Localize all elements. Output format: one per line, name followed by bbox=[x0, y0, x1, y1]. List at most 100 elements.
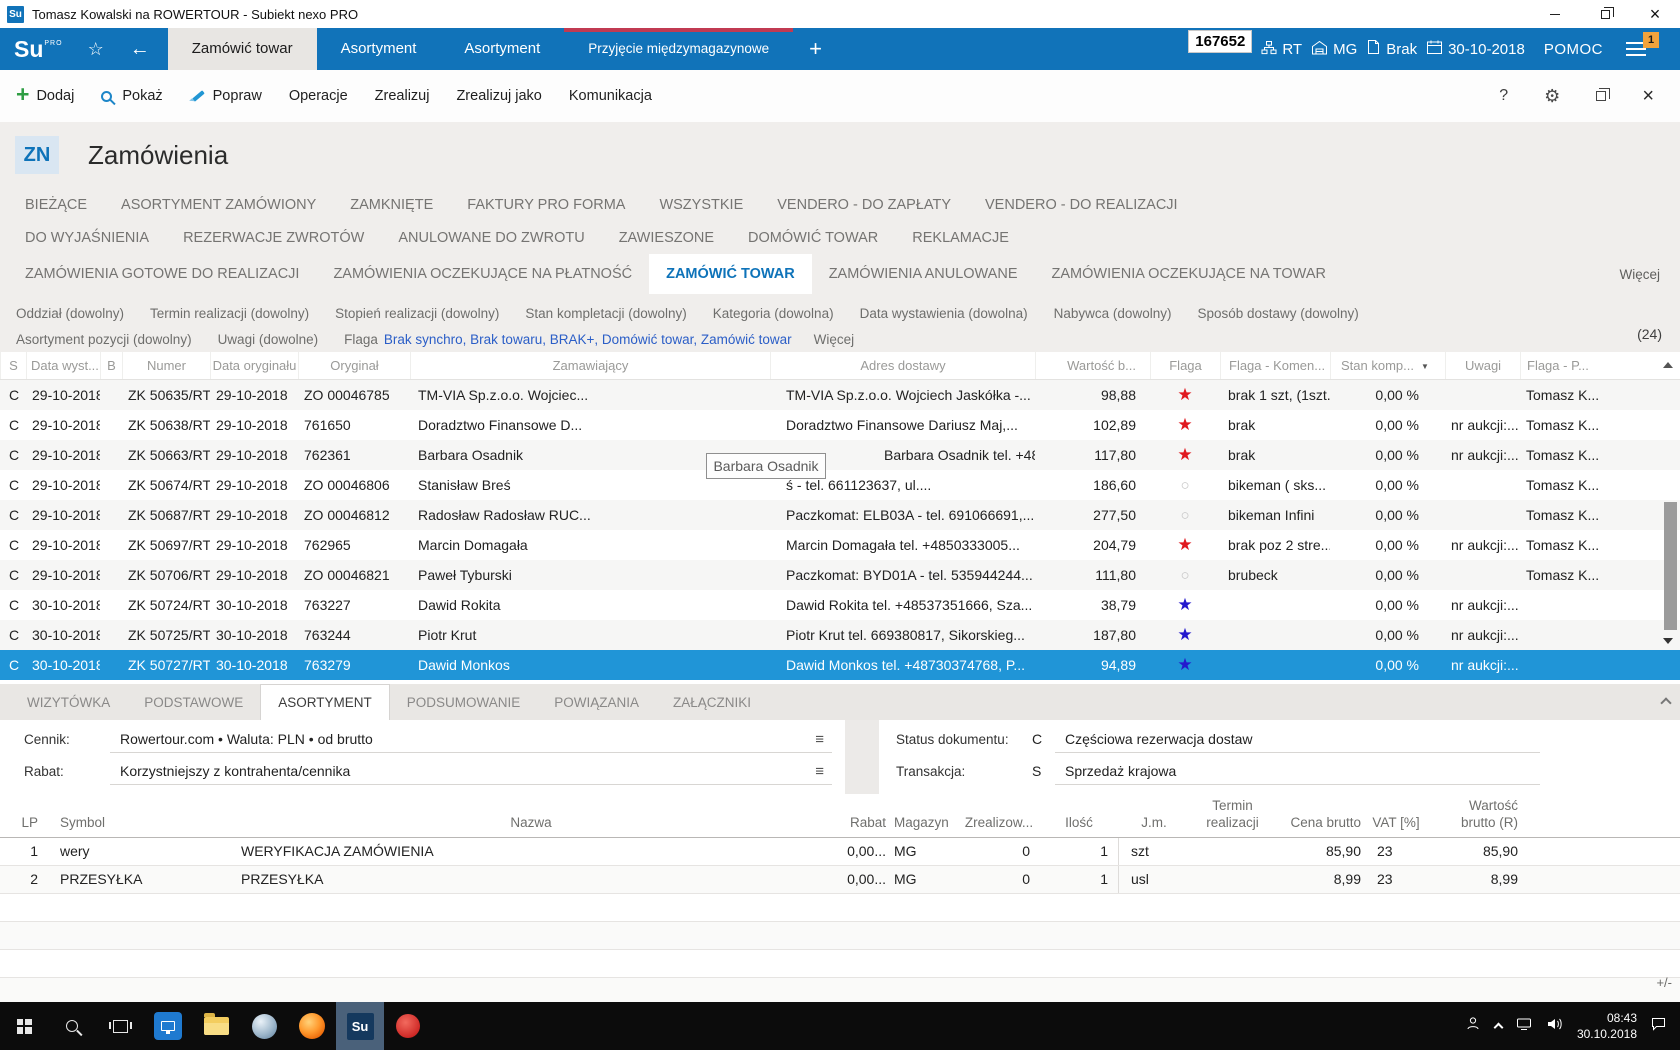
item-column-header[interactable]: LP bbox=[0, 815, 46, 837]
task-view-button[interactable] bbox=[96, 1002, 144, 1050]
pricelist-field[interactable]: Rowertour.com • Waluta: PLN • od brutto bbox=[110, 727, 832, 753]
help-icon[interactable]: ? bbox=[1499, 87, 1508, 105]
close-panel-icon[interactable] bbox=[1642, 86, 1654, 107]
item-column-header[interactable]: Ilość bbox=[1040, 815, 1118, 837]
add-user-icon[interactable] bbox=[1466, 1016, 1481, 1036]
field-menu-icon[interactable] bbox=[815, 759, 824, 784]
view-tab[interactable]: DO WYJAŚNIENIA bbox=[8, 221, 166, 254]
status-branch[interactable]: RT bbox=[1261, 40, 1302, 59]
start-button[interactable] bbox=[0, 1002, 48, 1050]
column-header[interactable]: Data wyst... bbox=[26, 352, 100, 379]
item-column-header[interactable]: VAT [%] bbox=[1365, 815, 1427, 837]
minimize-button[interactable] bbox=[1530, 0, 1580, 28]
taskbar-clock[interactable]: 08:43 30.10.2018 bbox=[1577, 1010, 1637, 1042]
filter-chip[interactable]: Kategoria (dowolna) bbox=[713, 306, 834, 321]
more-filters-link[interactable]: Więcej bbox=[814, 332, 855, 347]
communication-menu[interactable]: Komunikacja bbox=[569, 88, 652, 104]
view-tab[interactable]: ZAMÓWIENIA OCZEKUJĄCE NA TOWAR bbox=[1035, 254, 1343, 294]
column-header[interactable]: Flaga - P... bbox=[1520, 352, 1680, 379]
item-column-header[interactable]: J.m. bbox=[1118, 815, 1190, 837]
detail-tab[interactable]: PODSTAWOWE bbox=[127, 684, 260, 720]
network-icon[interactable] bbox=[1516, 1017, 1532, 1036]
filter-chip[interactable]: Oddział (dowolny) bbox=[16, 306, 124, 321]
filter-chip[interactable]: Termin realizacji (dowolny) bbox=[150, 306, 309, 321]
view-tab[interactable]: WSZYSTKIE bbox=[642, 188, 760, 221]
add-tab-button[interactable]: + bbox=[793, 28, 838, 70]
filter-chip[interactable]: Data wystawienia (dowolna) bbox=[860, 306, 1028, 321]
view-tab[interactable]: ZAMKNIĘTE bbox=[333, 188, 450, 221]
item-column-header[interactable]: Rabat bbox=[826, 815, 886, 837]
column-header[interactable]: Flaga bbox=[1150, 352, 1220, 379]
column-header[interactable]: Oryginał bbox=[298, 352, 410, 379]
item-column-header[interactable]: Nazwa bbox=[236, 815, 826, 837]
subiekt-app-button[interactable]: Su bbox=[336, 1002, 384, 1050]
detail-tab[interactable]: POWIĄZANIA bbox=[537, 684, 656, 720]
item-column-header[interactable]: Symbol bbox=[46, 815, 236, 837]
view-tab[interactable]: VENDERO - DO REALIZACJI bbox=[968, 188, 1195, 221]
nav-tab[interactable]: Zamówić towar bbox=[168, 28, 317, 70]
column-header[interactable]: S bbox=[0, 352, 26, 379]
field-menu-icon[interactable] bbox=[815, 727, 824, 752]
view-tab[interactable]: ANULOWANE DO ZWROTU bbox=[381, 221, 601, 254]
taskbar-search-button[interactable] bbox=[48, 1002, 96, 1050]
restore-button[interactable] bbox=[1580, 0, 1630, 28]
favorites-star-icon[interactable]: ☆ bbox=[75, 28, 117, 70]
view-tab[interactable]: REZERWACJE ZWROTÓW bbox=[166, 221, 381, 254]
detail-tab[interactable]: WIZYTÓWKA bbox=[10, 684, 127, 720]
back-arrow-icon[interactable]: ← bbox=[117, 28, 168, 70]
detail-tab[interactable]: PODSUMOWANIE bbox=[390, 684, 538, 720]
view-tab[interactable]: ASORTYMENT ZAMÓWIONY bbox=[104, 188, 333, 221]
filter-chip[interactable]: Sposób dostawy (dowolny) bbox=[1197, 306, 1358, 321]
column-header[interactable]: Wartość b... bbox=[1035, 352, 1150, 379]
column-header[interactable]: Flaga - Komen... bbox=[1220, 352, 1330, 379]
doc-status-field[interactable]: Częściowa rezerwacja dostaw bbox=[1055, 727, 1540, 753]
restore-panel-icon[interactable] bbox=[1596, 91, 1606, 101]
status-document[interactable]: Brak bbox=[1366, 39, 1417, 59]
view-tab[interactable]: ZAMÓWIENIA OCZEKUJĄCE NA PŁATNOŚĆ bbox=[316, 254, 649, 294]
item-column-header[interactable]: Magazyn bbox=[886, 815, 958, 837]
close-button[interactable] bbox=[1630, 0, 1680, 28]
volume-icon[interactable] bbox=[1546, 1016, 1563, 1037]
scrollbar-thumb[interactable] bbox=[1664, 502, 1677, 630]
nav-tab[interactable]: Asortyment bbox=[317, 28, 441, 70]
item-column-header[interactable]: Wartość brutto (R) bbox=[1427, 798, 1522, 837]
flag-filter-links[interactable]: Brak synchro, Brak towaru, BRAK+, Domówi… bbox=[384, 332, 792, 347]
filter-chip[interactable]: Stan kompletacji (dowolny) bbox=[525, 306, 686, 321]
column-header[interactable]: Numer bbox=[122, 352, 210, 379]
column-header[interactable]: B bbox=[100, 352, 122, 379]
realize-button[interactable]: Zrealizuj bbox=[375, 88, 430, 104]
view-tab[interactable]: ZAMÓWIENIA GOTOWE DO REALIZACJI bbox=[8, 254, 316, 294]
transaction-field[interactable]: Sprzedaż krajowa bbox=[1055, 759, 1540, 785]
app-logo[interactable]: Su PRO bbox=[0, 28, 75, 70]
item-column-header[interactable]: Termin realizacji bbox=[1190, 798, 1275, 837]
table-row[interactable]: C 29-10-2018 ZK 50663/RT/2... 29-10-2018… bbox=[0, 440, 1680, 470]
collapse-chevron-icon[interactable] bbox=[1660, 697, 1671, 708]
table-row[interactable]: C 29-10-2018 ZK 50674/RT/2... 29-10-2018… bbox=[0, 470, 1680, 500]
filter-chip[interactable]: Uwagi (dowolne) bbox=[218, 332, 319, 347]
status-warehouse[interactable]: MG bbox=[1311, 40, 1357, 59]
column-header[interactable]: Zamawiający bbox=[410, 352, 770, 379]
item-column-header[interactable]: Zrealizow... bbox=[958, 815, 1040, 837]
scroll-down-icon[interactable] bbox=[1663, 638, 1673, 644]
view-tab[interactable]: REKLAMACJE bbox=[895, 221, 1026, 254]
filter-chip[interactable]: Stopień realizacji (dowolny) bbox=[335, 306, 499, 321]
table-row[interactable]: C 30-10-2018 ZK 50724/RT/2... 30-10-2018… bbox=[0, 590, 1680, 620]
table-row[interactable]: C 30-10-2018 ZK 50727/RT/2... 30-10-2018… bbox=[0, 650, 1680, 680]
view-tab[interactable]: ZAMÓWIĆ TOWAR bbox=[649, 254, 812, 294]
detail-tab[interactable]: ZAŁĄCZNIKI bbox=[656, 684, 768, 720]
firefox-button[interactable] bbox=[288, 1002, 336, 1050]
table-row[interactable]: C 29-10-2018 ZK 50635/RT/2... 29-10-2018… bbox=[0, 380, 1680, 410]
operations-menu[interactable]: Operacje bbox=[289, 88, 348, 104]
detail-tab[interactable]: ASORTYMENT bbox=[260, 684, 390, 720]
add-button[interactable]: Dodaj bbox=[16, 86, 74, 106]
column-header[interactable]: Stan komp... bbox=[1330, 352, 1445, 379]
table-row[interactable]: C 29-10-2018 ZK 50706/RT/2... 29-10-2018… bbox=[0, 560, 1680, 590]
realize-as-menu[interactable]: Zrealizuj jako bbox=[456, 88, 541, 104]
more-tabs-link[interactable]: Więcej bbox=[1619, 267, 1660, 282]
red-app-button[interactable] bbox=[384, 1002, 432, 1050]
view-tab[interactable]: BIEŻĄCE bbox=[8, 188, 104, 221]
gear-icon[interactable] bbox=[1544, 86, 1560, 107]
discount-field[interactable]: Korzystniejszy z kontrahenta/cennika bbox=[110, 759, 832, 785]
scroll-up-icon[interactable] bbox=[1663, 362, 1673, 368]
resize-hint[interactable]: +/- bbox=[1656, 975, 1672, 990]
